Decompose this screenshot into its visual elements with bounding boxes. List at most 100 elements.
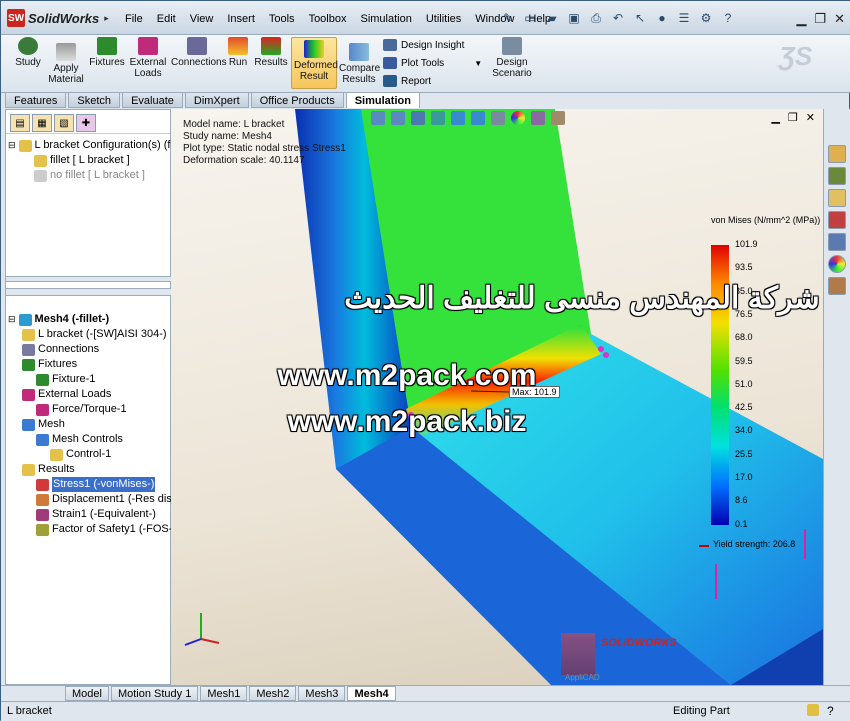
study-tree-item[interactable]: Fixture-1	[8, 372, 182, 387]
help-circle-icon[interactable]: ?	[827, 704, 834, 718]
report-button[interactable]: Report	[383, 75, 431, 87]
menu-bar: File Edit View Insert Tools Toolbox Simulation…	[125, 13, 551, 25]
fixtures-button[interactable]: Fixtures	[87, 37, 127, 68]
previous-view-icon[interactable]	[411, 111, 425, 125]
menu-item-tools[interactable]: Tools	[269, 13, 295, 25]
save-icon[interactable]: ▣	[565, 9, 583, 27]
config-item-no-fillet[interactable]: no fillet [ L bracket ]	[8, 168, 170, 183]
design-insight-button[interactable]: Design Insight	[383, 39, 464, 51]
tab-simulation[interactable]: Simulation	[345, 92, 420, 108]
study-root[interactable]: ⊟ Mesh4 (-fillet-)	[8, 312, 182, 327]
study-tree-item[interactable]: Fixtures	[8, 357, 182, 372]
print-icon[interactable]: ⎙	[587, 9, 605, 27]
chevron-down-icon[interactable]: ▼	[474, 59, 482, 68]
rebuild-icon[interactable]	[807, 704, 819, 716]
viewport-minimize-icon[interactable]: ▁	[771, 111, 779, 124]
section-view-icon[interactable]	[431, 111, 445, 125]
view-palette-icon[interactable]	[828, 233, 846, 251]
study-tree-item[interactable]: Force/Torque-1	[8, 402, 182, 417]
appearance-icon[interactable]	[511, 111, 525, 125]
options-gear-icon[interactable]: ⚙	[697, 9, 715, 27]
results-button[interactable]: Results	[253, 37, 289, 68]
view-settings-icon[interactable]	[551, 111, 565, 125]
menu-item-toolbox[interactable]: Toolbox	[309, 13, 347, 25]
viewport-close-icon[interactable]: ✕	[806, 111, 815, 124]
view-orientation-icon[interactable]	[451, 111, 465, 125]
study-tree-item[interactable]: Results	[8, 462, 182, 477]
viewport-restore-icon[interactable]: ❐	[788, 111, 798, 124]
help-icon[interactable]: ?	[719, 9, 737, 27]
close-icon[interactable]: ✕	[834, 11, 845, 27]
new-document-icon[interactable]: ▭	[521, 9, 539, 27]
graphics-viewport[interactable]: ▁ ❐ ✕ Model name: L bracket Study name: …	[171, 109, 823, 685]
search-icon[interactable]	[828, 211, 846, 229]
study-tree-item[interactable]: Mesh Controls	[8, 432, 182, 447]
tab-evaluate[interactable]: Evaluate	[122, 92, 183, 108]
model-tab-mesh3[interactable]: Mesh3	[298, 686, 346, 701]
external-loads-button[interactable]: External Loads	[127, 37, 169, 79]
app-logo[interactable]: SW SolidWorks ▸	[7, 9, 109, 27]
study-tree-item[interactable]: Displacement1 (-Res disp-	[8, 492, 182, 507]
options-icon[interactable]: ☰	[675, 9, 693, 27]
collapse-icon[interactable]: ⊟	[8, 312, 16, 327]
traffic-light-icon[interactable]: ●	[653, 9, 671, 27]
tab-dimxpert[interactable]: DimXpert	[184, 92, 249, 108]
configuration-manager-icon[interactable]: ▧	[54, 114, 74, 132]
model-tab-mesh4[interactable]: Mesh4	[347, 686, 396, 701]
study-tree-item[interactable]: L bracket (-[SW]AISI 304-)	[8, 327, 182, 342]
minimize-icon[interactable]: ▁	[796, 11, 806, 27]
menu-item-simulation[interactable]: Simulation	[360, 13, 411, 25]
menu-item-edit[interactable]: Edit	[157, 13, 176, 25]
display-style-icon[interactable]	[471, 111, 485, 125]
study-tree-item[interactable]: Factor of Safety1 (-FOS-)	[8, 522, 182, 537]
config-root[interactable]: ⊟ L bracket Configuration(s) (f	[8, 138, 170, 153]
zoom-to-fit-icon[interactable]	[371, 111, 385, 125]
menu-item-file[interactable]: File	[125, 13, 143, 25]
appearances-icon[interactable]	[828, 255, 846, 273]
run-button[interactable]: Run	[225, 37, 251, 68]
design-library-icon[interactable]	[828, 167, 846, 185]
custom-properties-icon[interactable]	[828, 277, 846, 295]
connections-button[interactable]: Connections	[171, 37, 227, 68]
tab-sketch[interactable]: Sketch	[68, 92, 121, 108]
model-tab-model[interactable]: Model	[65, 686, 109, 701]
dimxpert-icon[interactable]: ✚	[76, 114, 96, 132]
property-manager-icon[interactable]: ▦	[32, 114, 52, 132]
compare-results-button[interactable]: Compare Results	[339, 43, 380, 85]
design-scenario-button[interactable]: Design Scenario	[489, 37, 535, 79]
study-tree-item[interactable]: Connections	[8, 342, 182, 357]
menu-item-utilities[interactable]: Utilities	[426, 13, 461, 25]
hide-show-icon[interactable]	[491, 111, 505, 125]
study-tree-item[interactable]: Strain1 (-Equivalent-)	[8, 507, 182, 522]
horizontal-scrollbar[interactable]	[6, 276, 172, 282]
connections-label: Connections	[171, 57, 227, 68]
tab-features[interactable]: Features	[5, 92, 67, 108]
tab-office-products[interactable]: Office Products	[250, 92, 344, 108]
model-tab-motion-study-1[interactable]: Motion Study 1	[110, 686, 199, 701]
config-item-fillet[interactable]: fillet [ L bracket ]	[8, 153, 170, 168]
study-button[interactable]: Study	[13, 37, 43, 68]
file-explorer-icon[interactable]	[828, 189, 846, 207]
study-tree-item[interactable]: Mesh	[8, 417, 182, 432]
restore-icon[interactable]: ❐	[814, 11, 826, 27]
study-tree-item[interactable]: External Loads	[8, 387, 182, 402]
menu-item-insert[interactable]: Insert	[227, 13, 255, 25]
menu-item-view[interactable]: View	[190, 13, 214, 25]
zoom-area-icon[interactable]	[391, 111, 405, 125]
select-cursor-icon[interactable]: ↖	[631, 9, 649, 27]
pane-splitter[interactable]	[6, 288, 172, 296]
home-icon[interactable]	[828, 145, 846, 163]
study-tree-item[interactable]: Control-1	[8, 447, 182, 462]
model-tab-mesh1[interactable]: Mesh1	[200, 686, 248, 701]
deformed-result-button[interactable]: Deformed Result	[291, 37, 338, 89]
feature-manager-icon[interactable]: ▤	[10, 114, 30, 132]
study-tree-item[interactable]: Stress1 (-vonMises-)	[8, 477, 182, 492]
pin-icon[interactable]: ✎	[499, 9, 517, 27]
plot-tools-button[interactable]: Plot Tools ▼	[383, 57, 482, 69]
apply-material-button[interactable]: Apply Material	[47, 43, 85, 85]
undo-icon[interactable]: ↶	[609, 9, 627, 27]
scene-icon[interactable]	[531, 111, 545, 125]
model-tab-mesh2[interactable]: Mesh2	[249, 686, 297, 701]
chevron-right-icon[interactable]: ▸	[104, 13, 109, 24]
open-folder-icon[interactable]: ▰	[543, 9, 561, 27]
